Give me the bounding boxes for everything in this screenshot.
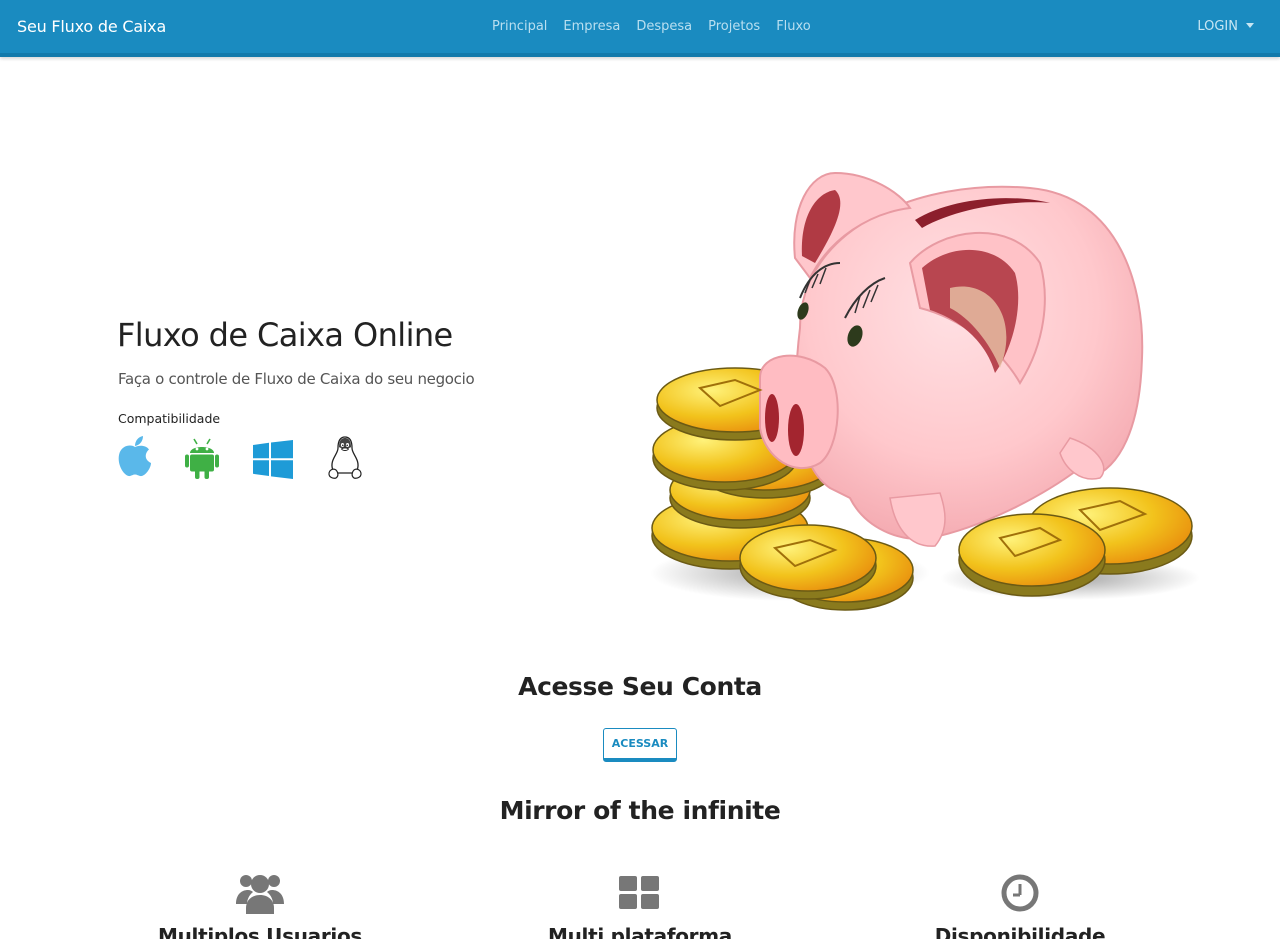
main-nav: Principal Empresa Despesa Projetos Fluxo bbox=[484, 19, 819, 34]
access-title: Acesse Seu Conta bbox=[518, 672, 762, 701]
nav-link-despesa[interactable]: Despesa bbox=[628, 19, 700, 34]
top-navbar: Seu Fluxo de Caixa Principal Empresa Des… bbox=[0, 0, 1280, 57]
acessar-button[interactable]: ACESSAR bbox=[603, 728, 677, 762]
users-icon bbox=[236, 875, 284, 914]
login-label: LOGIN bbox=[1197, 19, 1238, 34]
android-icon bbox=[185, 438, 219, 479]
nav-link-principal[interactable]: Principal bbox=[484, 19, 555, 34]
nav-link-fluxo[interactable]: Fluxo bbox=[768, 19, 819, 34]
caret-down-icon bbox=[1246, 23, 1254, 28]
feature-multi-plataforma: Multi plataforma bbox=[490, 870, 790, 939]
features-title: Mirror of the infinite bbox=[499, 796, 781, 825]
login-dropdown[interactable]: LOGIN bbox=[1197, 19, 1254, 34]
feature-label: Multi plataforma bbox=[548, 924, 732, 939]
clock-icon bbox=[1001, 874, 1039, 912]
grid-icon bbox=[619, 876, 659, 909]
brand-link[interactable]: Seu Fluxo de Caixa bbox=[17, 17, 166, 36]
feature-disponibilidade: Disponibilidade bbox=[870, 870, 1170, 939]
feature-label: Multiplos Usuarios bbox=[157, 924, 363, 939]
feature-multiplos-usuarios: Multiplos Usuarios bbox=[110, 870, 410, 939]
windows-icon bbox=[253, 440, 293, 479]
linux-icon bbox=[328, 436, 362, 479]
feature-label: Disponibilidade bbox=[934, 924, 1106, 939]
apple-icon bbox=[118, 436, 151, 477]
hero-subtitle: Faça o controle de Fluxo de Caixa do seu… bbox=[118, 370, 475, 388]
hero-title: Fluxo de Caixa Online bbox=[117, 316, 453, 354]
compatibility-label: Compatibilidade bbox=[118, 411, 221, 426]
piggy-bank-illustration bbox=[650, 171, 1200, 611]
nav-link-empresa[interactable]: Empresa bbox=[555, 19, 628, 34]
nav-link-projetos[interactable]: Projetos bbox=[700, 19, 768, 34]
